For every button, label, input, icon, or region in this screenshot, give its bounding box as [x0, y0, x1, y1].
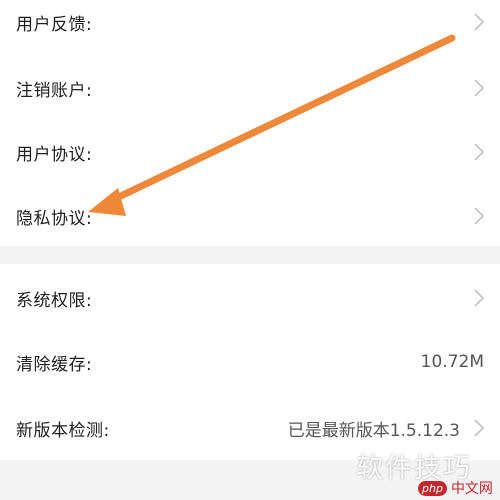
row-label: 系统权限:	[16, 290, 93, 311]
row-user-feedback[interactable]: 用户反馈:	[0, 0, 500, 54]
row-label: 注销账户:	[16, 80, 93, 101]
row-label: 隐私协议:	[16, 208, 93, 229]
row-label: 新版本检测:	[16, 420, 110, 441]
chevron-right-icon	[474, 143, 485, 161]
row-user-agreement[interactable]: 用户协议:	[0, 120, 500, 184]
row-label: 清除缓存:	[16, 354, 93, 375]
row-delete-account[interactable]: 注销账户:	[0, 56, 500, 120]
version-status-value: 已是最新版本1.5.12.3	[287, 420, 460, 441]
chevron-right-icon	[474, 207, 485, 225]
watermark-site: 中文网	[450, 481, 493, 497]
chevron-right-icon	[474, 79, 485, 97]
chevron-right-icon	[474, 289, 485, 307]
row-clear-cache[interactable]: 清除缓存: 10.72M	[0, 330, 500, 394]
row-system-permissions[interactable]: 系统权限:	[0, 266, 500, 330]
chevron-right-icon	[474, 13, 485, 31]
row-label: 用户反馈:	[16, 14, 93, 35]
php-badge: php	[418, 480, 447, 496]
row-privacy-agreement[interactable]: 隐私协议:	[0, 184, 500, 248]
row-label: 用户协议:	[16, 144, 93, 165]
watermark-logo: php 中文网	[418, 478, 493, 498]
chevron-right-icon	[474, 419, 485, 437]
row-version-check[interactable]: 新版本检测: 已是最新版本1.5.12.3	[0, 396, 500, 460]
cache-size-value: 10.72M	[420, 352, 484, 372]
